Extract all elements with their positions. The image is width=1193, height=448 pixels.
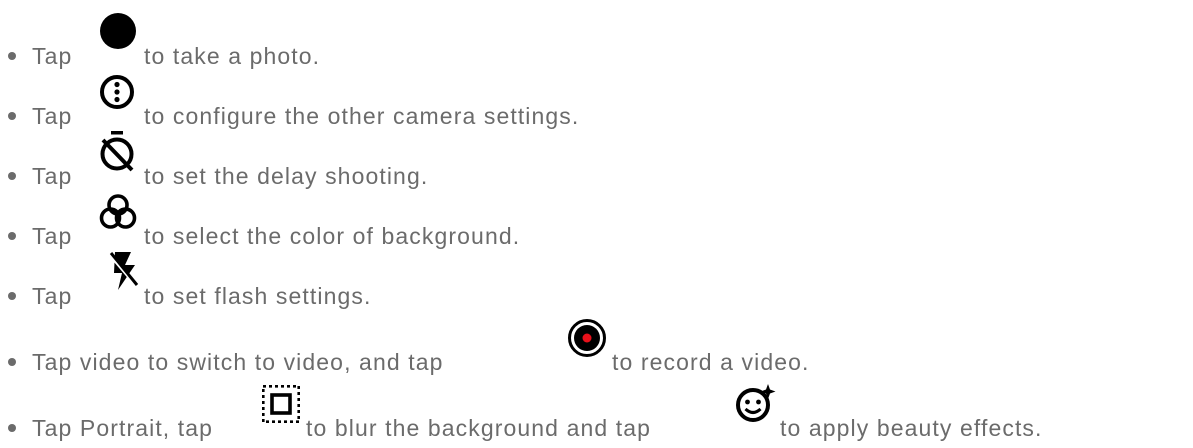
blur-icon: [262, 385, 300, 423]
item-prefix: Tap Portrait, tap: [32, 415, 214, 441]
item-suffix: to apply beauty effects.: [780, 415, 1043, 441]
bullet: [8, 172, 16, 180]
instruction-list: Tap to take a photo. Tap to configure th…: [0, 0, 1193, 448]
item-prefix: Tap: [32, 163, 73, 189]
item-prefix: Tap: [32, 283, 73, 309]
timer-off-icon: [99, 130, 135, 172]
bullet: [8, 232, 16, 240]
bullet: [8, 424, 16, 432]
more-options-icon: [99, 74, 135, 110]
item-prefix: Tap video to switch to video, and tap: [32, 349, 444, 375]
bullet: [8, 358, 16, 366]
list-item: Tap to set flash settings.: [0, 252, 1193, 312]
beauty-face-icon: [734, 382, 776, 424]
item-prefix: Tap: [32, 103, 73, 129]
item-suffix: to set the delay shooting.: [144, 163, 429, 189]
shutter-icon: [99, 12, 137, 50]
bullet: [8, 292, 16, 300]
flash-off-icon: [109, 250, 139, 292]
item-suffix: to set flash settings.: [144, 283, 372, 309]
list-item: Tap Portrait, tap to blur the background…: [0, 384, 1193, 444]
item-prefix: Tap: [32, 43, 73, 69]
item-suffix: to select the color of background.: [144, 223, 521, 249]
color-filter-icon: [99, 194, 137, 230]
list-item: Tap video to switch to video, and tap to…: [0, 318, 1193, 378]
list-item: Tap to select the color of background.: [0, 192, 1193, 252]
bullet: [8, 52, 16, 60]
item-prefix: Tap: [32, 223, 73, 249]
list-item: Tap to set the delay shooting.: [0, 130, 1193, 192]
bullet: [8, 112, 16, 120]
item-suffix: to configure the other camera settings.: [144, 103, 580, 129]
item-middle: to blur the background and tap: [306, 415, 652, 441]
list-item: Tap to take a photo.: [0, 12, 1193, 72]
list-item: Tap to configure the other camera settin…: [0, 72, 1193, 132]
record-icon: [567, 318, 607, 358]
item-suffix: to take a photo.: [144, 43, 321, 69]
item-suffix: to record a video.: [612, 349, 810, 375]
